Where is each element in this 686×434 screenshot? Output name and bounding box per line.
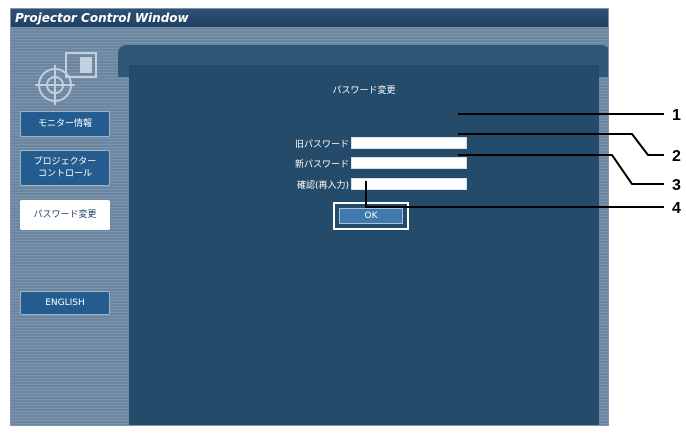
window-workspace: モニター情報 プロジェクター コントロール パスワード変更 ENGLISH パス… (11, 27, 608, 425)
sidebar-item-monitor-info[interactable]: モニター情報 (20, 111, 110, 137)
callout-number-1: 1 (672, 107, 681, 124)
sidebar-item-projector-control[interactable]: プロジェクター コントロール (20, 150, 110, 186)
new-password-label: 新パスワード (294, 160, 349, 170)
sidebar-item-password-change[interactable]: パスワード変更 (20, 200, 110, 230)
projector-control-window: Projector Control Window モニター情報 プロジェクター … (10, 8, 609, 426)
callout-number-3: 3 (672, 177, 681, 194)
confirm-password-input[interactable] (351, 178, 467, 190)
content-panel: パスワード変更 旧パスワード 新パスワード 確認(再入力) OK (129, 65, 599, 425)
old-password-label: 旧パスワード (294, 140, 349, 150)
callout-number-4: 4 (672, 200, 681, 217)
new-password-input[interactable] (351, 157, 467, 169)
confirm-password-label: 確認(再入力) (296, 181, 349, 191)
page-title: パスワード変更 (332, 86, 396, 96)
old-password-input[interactable] (351, 137, 467, 149)
sidebar-item-english[interactable]: ENGLISH (20, 291, 110, 315)
ok-button[interactable]: OK (339, 208, 403, 224)
window-title: Projector Control Window (11, 9, 608, 27)
ok-button-frame: OK (333, 202, 409, 230)
callout-number-2: 2 (672, 148, 681, 165)
projector-logo-icon (35, 52, 97, 105)
